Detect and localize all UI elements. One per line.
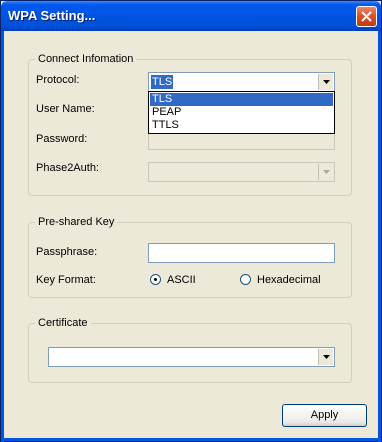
chevron-down-icon <box>323 80 330 84</box>
chevron-down-icon <box>323 170 330 174</box>
protocol-option-tls[interactable]: TLS <box>150 93 333 106</box>
apply-button[interactable]: Apply <box>282 404 367 427</box>
protocol-select[interactable]: TLS <box>148 72 335 92</box>
certificate-legend: Certificate <box>35 317 91 329</box>
passphrase-input[interactable] <box>148 243 335 263</box>
connect-info-legend: Connect Infomation <box>35 53 137 65</box>
username-label: User Name: <box>36 103 95 115</box>
password-label: Password: <box>36 133 88 145</box>
chevron-down-icon <box>323 355 330 359</box>
protocol-option-ttls[interactable]: TTLS <box>150 119 333 132</box>
window-border-bottom <box>1 438 381 441</box>
close-icon <box>361 11 372 22</box>
pre-shared-key-legend: Pre-shared Key <box>35 216 118 228</box>
phase2auth-dropdown-button[interactable] <box>318 164 333 180</box>
protocol-options-list: TLS PEAP TTLS <box>148 91 335 134</box>
certificate-select[interactable] <box>48 347 335 367</box>
window-border-left <box>1 31 4 442</box>
certificate-value <box>51 350 53 364</box>
key-format-label: Key Format: <box>36 274 96 286</box>
radio-selected-dot <box>154 278 157 281</box>
window-border-right <box>378 31 381 442</box>
ascii-radio[interactable] <box>150 274 161 285</box>
protocol-option-peap[interactable]: PEAP <box>150 106 333 119</box>
title-bar[interactable]: WPA Setting... <box>1 1 381 31</box>
wpa-setting-dialog: WPA Setting... Connect Infomation Protoc… <box>0 0 382 442</box>
protocol-value: TLS <box>151 75 174 89</box>
hexadecimal-radio[interactable] <box>240 274 251 285</box>
passphrase-label: Passphrase: <box>36 246 98 258</box>
protocol-label: Protocol: <box>36 74 80 86</box>
close-button[interactable] <box>356 6 377 27</box>
phase2auth-select[interactable] <box>148 162 335 182</box>
window-title: WPA Setting... <box>8 8 96 23</box>
protocol-dropdown-button[interactable] <box>318 74 333 90</box>
hexadecimal-radio-label[interactable]: Hexadecimal <box>257 274 321 286</box>
ascii-radio-label[interactable]: ASCII <box>167 274 196 286</box>
phase2auth-label: Phase2Auth: <box>36 162 99 174</box>
certificate-dropdown-button[interactable] <box>318 349 333 365</box>
